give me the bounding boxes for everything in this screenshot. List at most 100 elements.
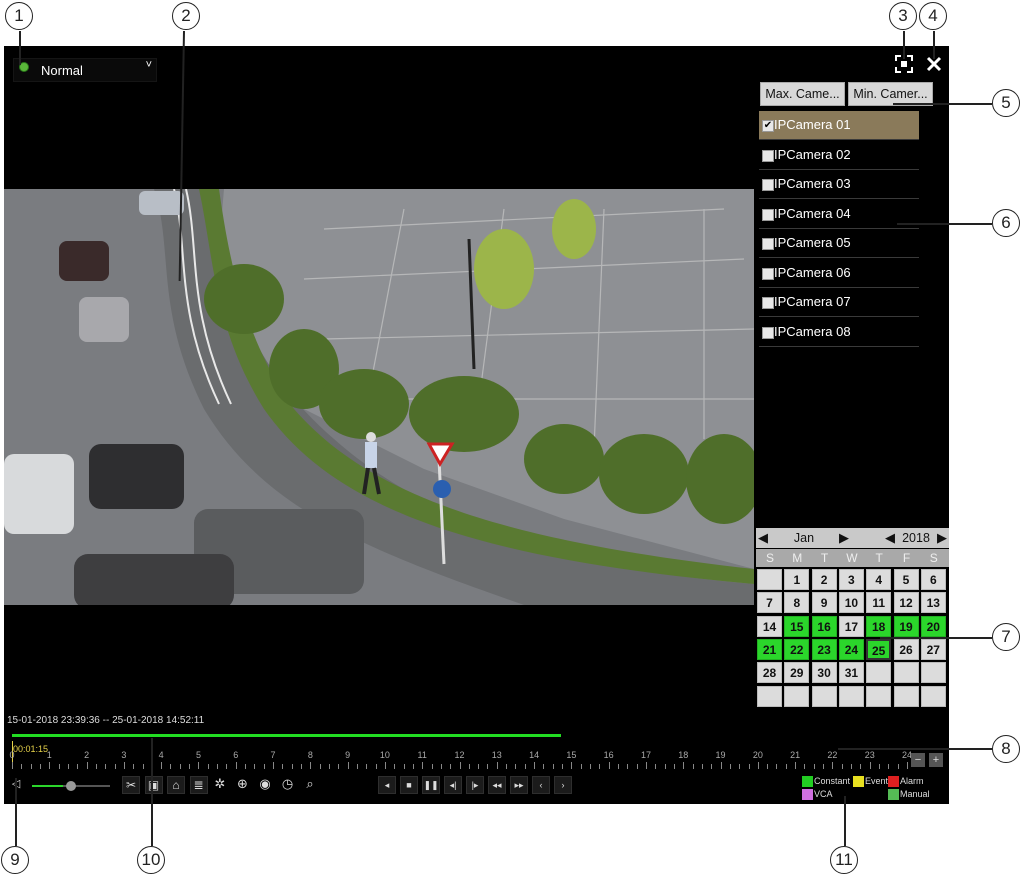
calendar-day[interactable]: 17: [838, 615, 864, 637]
calendar-day[interactable]: 15: [784, 615, 810, 637]
calendar-day[interactable]: 11: [866, 592, 892, 614]
prev-icon[interactable]: ‹: [532, 776, 550, 794]
volume-slider[interactable]: [32, 781, 110, 791]
camera-list-item[interactable]: IPCamera 02: [759, 141, 919, 170]
checkbox-icon[interactable]: [762, 238, 774, 250]
video-playback-area[interactable]: [4, 189, 754, 605]
checkbox-icon[interactable]: [762, 179, 774, 191]
pause-icon[interactable]: ❚❚: [422, 776, 440, 794]
calendar-day[interactable]: 14: [757, 615, 782, 637]
reverse-play-icon[interactable]: ◂: [378, 776, 396, 794]
calendar-day[interactable]: 28: [757, 662, 782, 684]
zoom-out-button[interactable]: −: [911, 753, 925, 767]
calendar-day[interactable]: 1: [784, 569, 810, 590]
calendar-day[interactable]: 2: [811, 569, 837, 590]
calendar-day[interactable]: 30: [811, 662, 837, 684]
camera-list-item[interactable]: IPCamera 06: [759, 259, 919, 288]
callout-8: 8: [992, 735, 1020, 763]
tick-mark: [487, 764, 489, 769]
hour-tick-label: 9: [345, 750, 351, 760]
camera-list-item[interactable]: IPCamera 04: [759, 200, 919, 229]
timeline-ruler[interactable]: 0 1 2 3 4 5 6 7 8 9 10 11 12 13 14 15 16 17 18 19 20 21 22 23 24: [9, 750, 912, 770]
checkbox-icon[interactable]: [762, 268, 774, 280]
calendar-day[interactable]: 16: [811, 615, 837, 637]
clip-icon[interactable]: ✂: [122, 776, 140, 794]
camera-list-item[interactable]: IPCamera 03: [759, 170, 919, 199]
slow-icon[interactable]: ◂◂: [488, 776, 506, 794]
step-forward-icon[interactable]: |▸: [466, 776, 484, 794]
tick-mark: [748, 764, 750, 769]
calendar-day[interactable]: 23: [811, 638, 837, 660]
hour-tick-label: 17: [640, 750, 651, 760]
camera-list-item[interactable]: ✔ IPCamera 01: [759, 111, 919, 140]
search-icon[interactable]: ⌕: [302, 776, 318, 792]
calendar-day[interactable]: 31: [838, 662, 864, 684]
stop-icon[interactable]: ■: [400, 776, 418, 794]
tick-mark: [813, 764, 815, 769]
recorded-segment-bar[interactable]: [12, 734, 561, 737]
max-cameras-button[interactable]: Max. Came...: [760, 82, 845, 106]
calendar-day[interactable]: 10: [838, 592, 864, 614]
checkbox-icon[interactable]: [762, 327, 774, 339]
calendar-day[interactable]: 18: [866, 615, 892, 637]
tick-mark: [217, 764, 219, 769]
legend-swatch: [802, 789, 813, 800]
zoom-icon[interactable]: ⊕: [235, 776, 251, 792]
calendar-day[interactable]: 22: [784, 638, 810, 660]
tick-mark: [627, 764, 629, 769]
calendar-day[interactable]: 21: [757, 638, 782, 660]
fast-icon[interactable]: ▸▸: [510, 776, 528, 794]
settings-icon[interactable]: ✲: [212, 776, 228, 792]
calendar-day[interactable]: 12: [893, 592, 919, 614]
mode-status-icon: [19, 62, 29, 72]
calendar-day[interactable]: 26: [893, 638, 919, 660]
tick-mark: [161, 762, 163, 769]
calendar-day[interactable]: 7: [757, 592, 782, 614]
tick-mark: [86, 762, 88, 769]
playback-mode-select[interactable]: Normal ˅: [13, 58, 157, 82]
calendar-day[interactable]: 6: [920, 569, 946, 590]
lock-icon[interactable]: ▣: [144, 776, 163, 794]
calendar-day[interactable]: 19: [893, 615, 919, 637]
next-year-icon[interactable]: ▶: [936, 528, 948, 548]
volume-knob[interactable]: [66, 781, 76, 791]
checkbox-icon[interactable]: [762, 297, 774, 309]
step-back-icon[interactable]: ◂|: [444, 776, 462, 794]
tag-icon[interactable]: ⌂: [167, 776, 185, 794]
callout-3-line: [903, 31, 905, 59]
tag-list-icon[interactable]: ≣: [189, 776, 208, 794]
calendar-day[interactable]: 20: [920, 615, 946, 637]
calendar-day[interactable]: 3: [838, 569, 864, 590]
weekday-label: T: [875, 551, 883, 565]
checkbox-icon[interactable]: [762, 150, 774, 162]
checkbox-icon[interactable]: [762, 209, 774, 221]
next-icon[interactable]: ›: [554, 776, 572, 794]
next-month-icon[interactable]: ▶: [838, 528, 850, 548]
camera-list-item[interactable]: IPCamera 05: [759, 229, 919, 258]
prev-month-icon[interactable]: ◀: [757, 528, 769, 548]
camera-label: IPCamera 01: [774, 117, 851, 132]
record-icon[interactable]: ◉: [257, 776, 273, 792]
hour-tick-label: 21: [790, 750, 801, 760]
calendar-day[interactable]: 4: [866, 569, 892, 590]
calendar-day[interactable]: 24: [838, 638, 864, 660]
zoom-in-button[interactable]: +: [929, 753, 943, 767]
tick-mark: [95, 764, 97, 769]
clock-icon[interactable]: ◷: [280, 776, 296, 792]
tick-mark: [179, 764, 181, 769]
prev-year-icon[interactable]: ◀: [884, 528, 896, 548]
callout-3: 3: [889, 2, 917, 30]
calendar-day[interactable]: 29: [784, 662, 810, 684]
tick-mark: [701, 764, 703, 769]
calendar-day[interactable]: 9: [811, 592, 837, 614]
calendar-day[interactable]: 5: [893, 569, 919, 590]
camera-list-item[interactable]: IPCamera 07: [759, 288, 919, 317]
camera-list-item[interactable]: IPCamera 08: [759, 318, 919, 347]
calendar-day[interactable]: 25: [866, 638, 892, 660]
camera-panel: Max. Came... Min. Camer... ✔ IPCamera 01…: [756, 80, 949, 804]
tick-mark: [524, 764, 526, 769]
checkbox-checked-icon[interactable]: ✔: [762, 120, 774, 132]
calendar-day[interactable]: 13: [920, 592, 946, 614]
calendar-day[interactable]: 27: [920, 638, 946, 660]
calendar-day[interactable]: 8: [784, 592, 810, 614]
